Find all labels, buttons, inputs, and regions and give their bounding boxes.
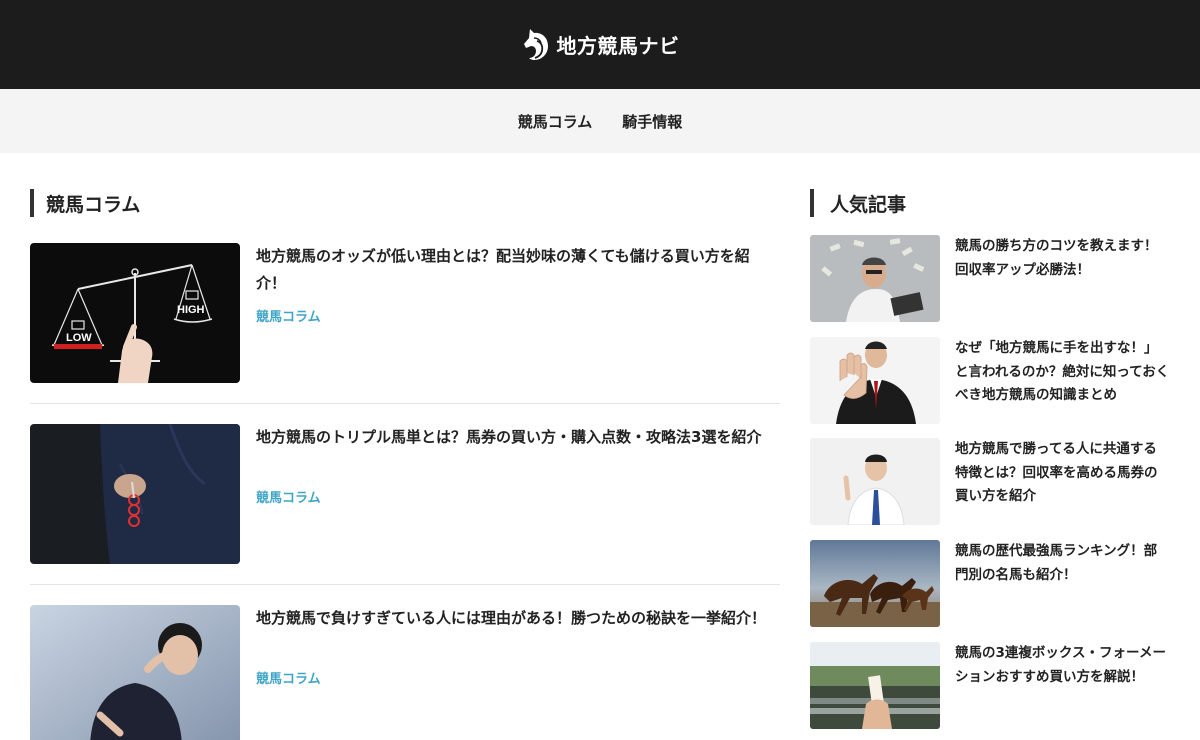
popular-post-title[interactable]: なぜ「地方競馬に手を出すな！」と言われるのか？絶対に知っておくべき地方競馬の知識… bbox=[955, 337, 1170, 408]
post-title[interactable]: 地方競馬のオッズが低い理由とは？配当妙味の薄くても儲ける買い方を紹介！ bbox=[256, 243, 776, 297]
post-card: LOW HIGH 地方競馬のオッズが低い理由とは？配当妙味の薄くても儲ける買い方… bbox=[30, 243, 780, 383]
popular-post-thumbnail[interactable] bbox=[810, 438, 940, 525]
running-horses-image bbox=[810, 540, 940, 627]
pen-check-image bbox=[30, 424, 240, 564]
popular-post-title[interactable]: 競馬の3連複ボックス・フォーメーションおすすめ買い方を解説！ bbox=[955, 642, 1170, 689]
popular-post-item: なぜ「地方競馬に手を出すな！」と言われるのか？絶対に知っておくべき地方競馬の知識… bbox=[810, 337, 1180, 425]
popular-post-title[interactable]: 競馬の歴代最強馬ランキング！部門別の名馬も紹介！ bbox=[955, 540, 1170, 587]
post-card: 地方競馬のトリプル馬単とは？馬券の買い方・購入点数・攻略法3選を紹介 競馬コラム bbox=[30, 424, 780, 564]
post-category-link[interactable]: 競馬コラム bbox=[256, 668, 321, 687]
section-title: 競馬コラム bbox=[30, 189, 140, 217]
disappointed-man-image bbox=[30, 605, 240, 740]
stop-hand-image bbox=[810, 337, 940, 424]
post-title[interactable]: 地方競馬で負けすぎている人には理由がある！勝つための秘訣を一挙紹介！ bbox=[256, 605, 776, 632]
popular-post-thumbnail[interactable] bbox=[810, 235, 940, 322]
popular-post-thumbnail[interactable] bbox=[810, 540, 940, 627]
racecourse-ticket-image bbox=[810, 642, 940, 729]
sidebar-title: 人気記事 bbox=[810, 189, 906, 217]
nav-item-column[interactable]: 競馬コラム bbox=[518, 111, 593, 132]
scale-image: LOW HIGH bbox=[30, 243, 240, 383]
popular-post-item: 競馬の3連複ボックス・フォーメーションおすすめ買い方を解説！ bbox=[810, 642, 1180, 730]
low-label: LOW bbox=[66, 332, 92, 344]
post-thumbnail[interactable] bbox=[30, 424, 240, 564]
post-thumbnail[interactable] bbox=[30, 605, 240, 740]
post-divider bbox=[30, 403, 780, 404]
popular-post-item: 地方競馬で勝ってる人に共通する特徴とは？回収率を高める馬券の買い方を紹介 bbox=[810, 438, 1180, 526]
popular-post-item: 競馬の歴代最強馬ランキング！部門別の名馬も紹介！ bbox=[810, 540, 1180, 628]
site-logo[interactable]: 地方競馬ナビ bbox=[521, 27, 680, 63]
nav-item-jockey[interactable]: 騎手情報 bbox=[622, 111, 682, 132]
post-divider bbox=[30, 584, 780, 585]
popular-post-title[interactable]: 競馬の勝ち方のコツを教えます！回収率アップ必勝法！ bbox=[955, 235, 1170, 282]
popular-post-thumbnail[interactable] bbox=[810, 337, 940, 424]
horse-head-icon bbox=[523, 28, 548, 60]
high-label: HIGH bbox=[177, 304, 205, 316]
post-category-link[interactable]: 競馬コラム bbox=[256, 487, 321, 506]
post-card: 地方競馬で負けすぎている人には理由がある！勝つための秘訣を一挙紹介！ 競馬コラム bbox=[30, 605, 780, 740]
post-title[interactable]: 地方競馬のトリプル馬単とは？馬券の買い方・購入点数・攻略法3選を紹介 bbox=[256, 424, 776, 451]
site-header: 地方競馬ナビ bbox=[0, 0, 1200, 89]
money-rain-image bbox=[810, 235, 940, 322]
global-nav: 競馬コラム 騎手情報 bbox=[0, 89, 1200, 153]
popular-post-thumbnail[interactable] bbox=[810, 642, 940, 729]
popular-post-item: 競馬の勝ち方のコツを教えます！回収率アップ必勝法！ bbox=[810, 235, 1180, 323]
post-thumbnail[interactable]: LOW HIGH bbox=[30, 243, 240, 383]
popular-post-title[interactable]: 地方競馬で勝ってる人に共通する特徴とは？回収率を高める馬券の買い方を紹介 bbox=[955, 438, 1170, 509]
post-category-link[interactable]: 競馬コラム bbox=[256, 306, 321, 325]
site-logo-text: 地方競馬ナビ bbox=[556, 34, 680, 58]
smiling-man-image bbox=[810, 438, 940, 525]
